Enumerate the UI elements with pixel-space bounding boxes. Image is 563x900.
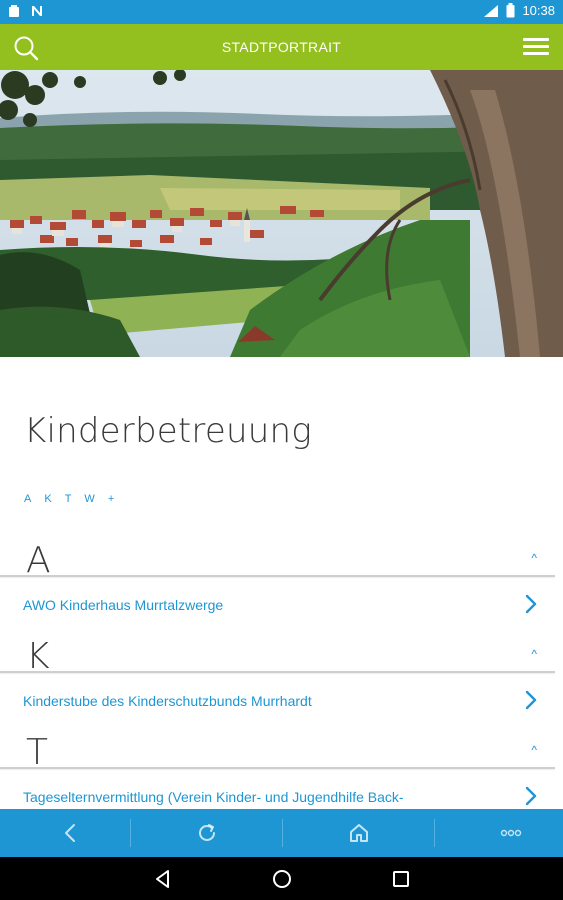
back-triangle-icon	[156, 870, 169, 888]
landscape-photo	[0, 70, 563, 357]
system-recents-button[interactable]	[389, 867, 413, 891]
status-bar: 10:38	[0, 0, 563, 24]
jump-link-k[interactable]: K	[44, 493, 52, 505]
list-item-label: Kinderstube des Kinderschutzbunds Murrha…	[23, 693, 312, 709]
more-button[interactable]	[441, 809, 563, 857]
back-button[interactable]	[0, 809, 140, 857]
list-item-label: AWO Kinderhaus Murrtalzwerge	[23, 597, 224, 613]
content-area: Kinderbetreuung A K T W + A ^ AWO Kinder…	[0, 357, 563, 809]
recents-square-icon	[393, 871, 409, 887]
chevron-right-icon	[525, 594, 537, 614]
jump-link-t[interactable]: T	[65, 493, 73, 505]
hero-image	[0, 70, 563, 357]
list-item[interactable]: AWO Kinderhaus Murrtalzwerge	[0, 583, 563, 627]
more-icon	[500, 829, 522, 837]
jump-link-a[interactable]: A	[24, 493, 32, 505]
section-divider	[0, 575, 555, 577]
reload-button[interactable]	[137, 809, 277, 857]
list-item[interactable]: Kinderstube des Kinderschutzbunds Murrha…	[0, 679, 563, 723]
collapse-toggle[interactable]: ^	[531, 743, 537, 757]
status-time: 10:38	[522, 3, 555, 18]
toolbar-divider	[282, 819, 283, 847]
page-title: Kinderbetreuung	[24, 411, 312, 451]
system-nav-bar	[0, 857, 563, 900]
list-item-label: Tageselternvermittlung (Verein Kinder- u…	[23, 789, 404, 805]
notification-icon	[9, 5, 19, 17]
toolbar-divider	[434, 819, 435, 847]
jump-link-w[interactable]: W	[84, 493, 95, 505]
collapse-toggle[interactable]: ^	[531, 551, 537, 565]
page-title-header: STADTPORTRAIT	[221, 39, 342, 55]
section-divider	[0, 767, 555, 769]
battery-icon	[506, 3, 515, 18]
home-icon	[350, 824, 368, 842]
home-button[interactable]	[289, 809, 429, 857]
system-home-button[interactable]	[270, 867, 294, 891]
menu-icon-bar	[523, 52, 549, 55]
section-divider	[0, 671, 555, 673]
list-item[interactable]: Tageselternvermittlung (Verein Kinder- u…	[0, 775, 563, 809]
system-back-button[interactable]	[151, 867, 175, 891]
collapse-toggle[interactable]: ^	[531, 647, 537, 661]
n-icon	[32, 6, 42, 16]
chevron-right-icon	[525, 690, 537, 710]
menu-icon	[523, 38, 549, 41]
jump-link-plus[interactable]: +	[108, 493, 115, 505]
chevron-right-icon	[525, 786, 537, 806]
menu-icon-bar	[523, 45, 549, 48]
app-header: STADTPORTRAIT	[0, 24, 563, 70]
back-icon	[65, 824, 75, 842]
bottom-toolbar	[0, 809, 563, 857]
reload-icon	[199, 824, 215, 841]
alphabet-jump-nav: A K T W +	[24, 493, 115, 505]
menu-button[interactable]	[523, 38, 549, 58]
signal-icon	[484, 4, 499, 17]
toolbar-divider	[130, 819, 131, 847]
home-circle-icon	[273, 870, 291, 888]
